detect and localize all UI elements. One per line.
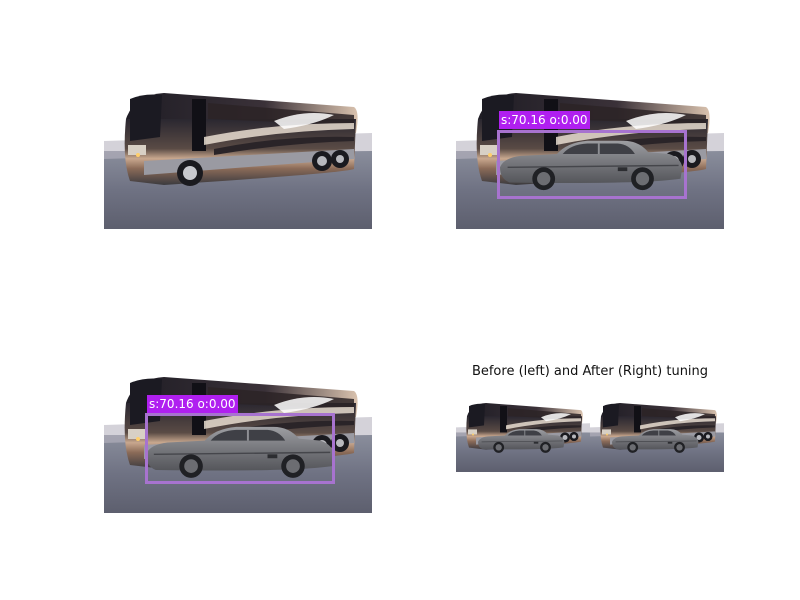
detection-box bbox=[145, 413, 335, 484]
bus-image bbox=[104, 89, 372, 229]
after-tuning-image bbox=[590, 401, 724, 472]
detection-box bbox=[497, 130, 687, 199]
detection-panel-top: s:70.16 o:0.00 bbox=[456, 89, 724, 229]
detection-panel-bottom: s:70.16 o:0.00 bbox=[104, 373, 372, 513]
comparison-title: Before (left) and After (Right) tuning bbox=[471, 364, 709, 379]
detection-label: s:70.16 o:0.00 bbox=[499, 111, 590, 129]
detection-label: s:70.16 o:0.00 bbox=[147, 395, 238, 413]
comparison-image bbox=[456, 401, 724, 472]
bus-image-panel bbox=[104, 89, 372, 229]
before-tuning-image bbox=[456, 401, 590, 472]
comparison-panel bbox=[456, 401, 724, 472]
